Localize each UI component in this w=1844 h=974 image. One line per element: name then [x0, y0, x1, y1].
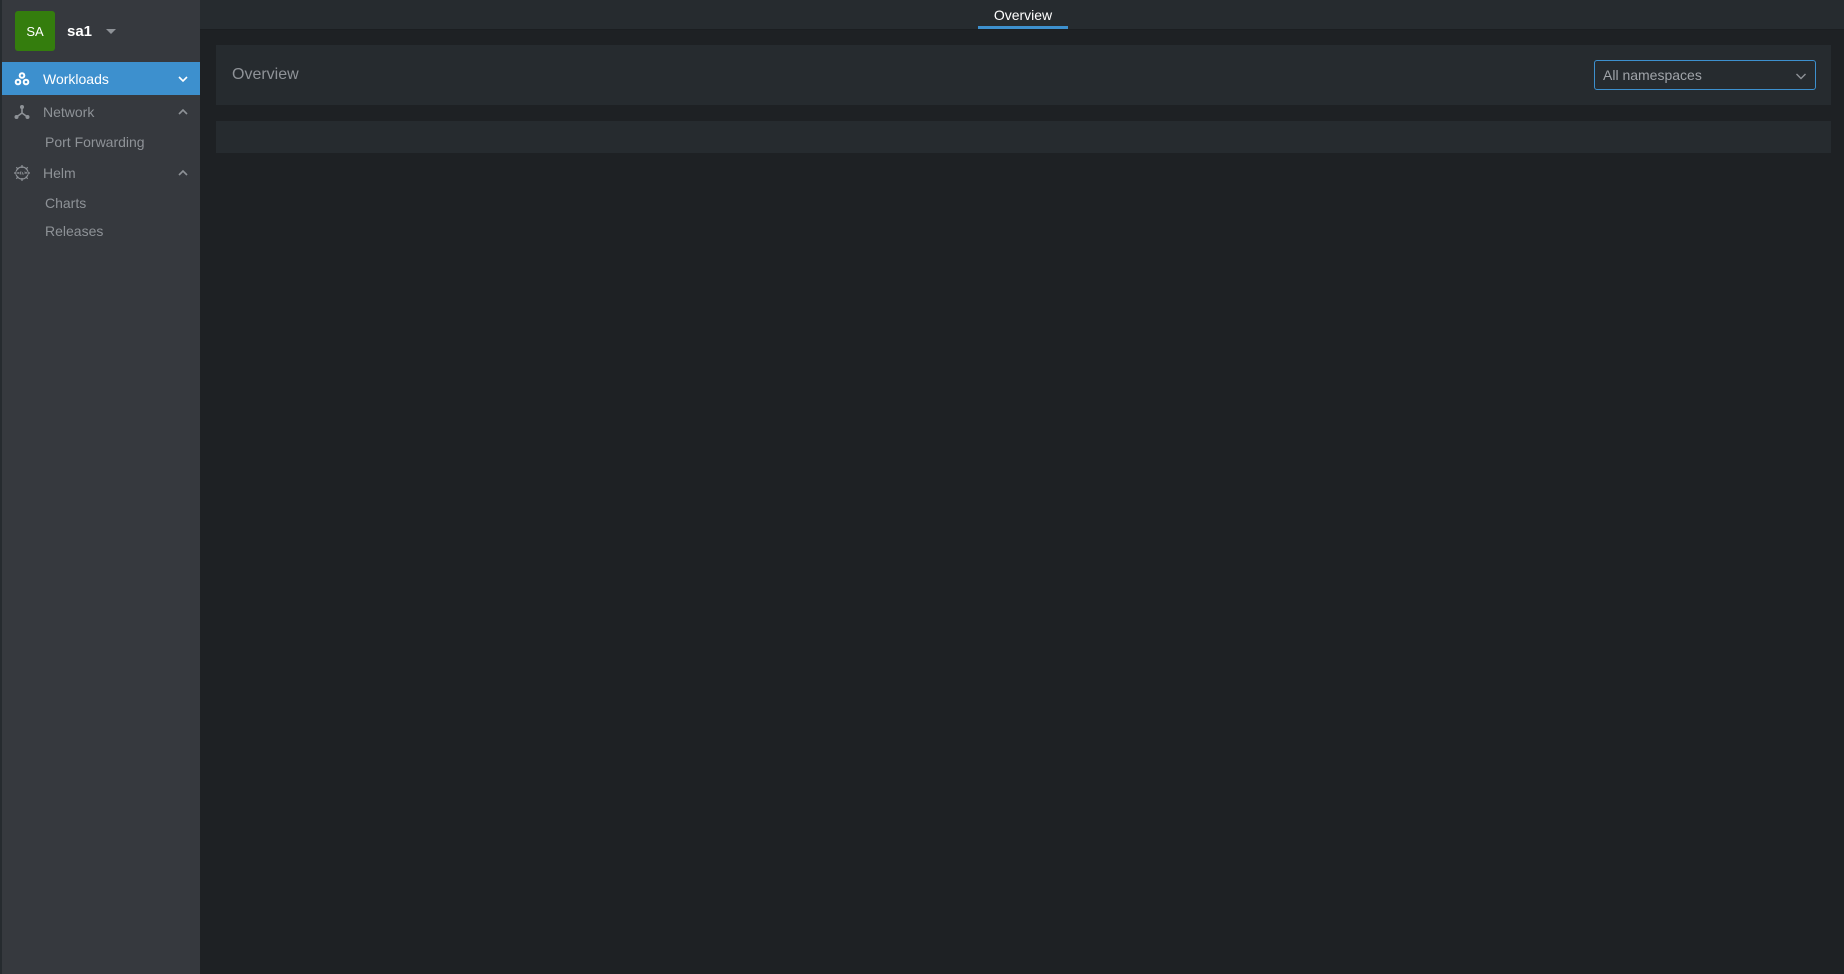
cluster-avatar[interactable]: SA — [15, 11, 55, 51]
helm-icon — [12, 163, 32, 183]
app-window: SA sa1 Workloads Network Port Forwarding… — [0, 0, 1844, 974]
sidebar-item-network[interactable]: Network — [2, 95, 200, 128]
overview-header-panel: Overview All namespaces — [216, 45, 1831, 105]
sidebar-item-label: Network — [43, 103, 95, 120]
main-content: Overview Overview All namespaces — [200, 0, 1844, 974]
sidebar-item-label: Helm — [43, 164, 76, 181]
sidebar-subitem-releases[interactable]: Releases — [2, 217, 200, 245]
sidebar-item-workloads[interactable]: Workloads — [2, 62, 200, 95]
chevron-up-icon[interactable] — [177, 106, 189, 118]
tab-overview[interactable]: Overview — [978, 0, 1068, 29]
sidebar: SA sa1 Workloads Network Port Forwarding… — [0, 0, 200, 974]
tab-bar: Overview — [200, 0, 1844, 30]
overview-content-placeholder — [216, 121, 1831, 153]
chevron-down-icon[interactable] — [177, 73, 189, 85]
network-icon — [12, 102, 32, 122]
caret-down-icon[interactable] — [106, 28, 117, 34]
workloads-icon — [12, 69, 32, 89]
chevron-down-icon — [1795, 69, 1807, 81]
sidebar-subitem-charts[interactable]: Charts — [2, 189, 200, 217]
chevron-up-icon[interactable] — [177, 167, 189, 179]
tab-active-indicator — [978, 26, 1068, 29]
sidebar-item-helm[interactable]: Helm — [2, 156, 200, 189]
sidebar-subitem-port-forwarding[interactable]: Port Forwarding — [2, 128, 200, 156]
tab-label: Overview — [993, 6, 1053, 23]
sidebar-item-label: Workloads — [43, 70, 109, 87]
namespace-select-value: All namespaces — [1603, 67, 1702, 83]
namespace-select[interactable]: All namespaces — [1594, 60, 1816, 90]
cluster-name[interactable]: sa1 — [67, 23, 92, 40]
cluster-header[interactable]: SA sa1 — [2, 0, 200, 62]
page-title: Overview — [232, 66, 299, 83]
